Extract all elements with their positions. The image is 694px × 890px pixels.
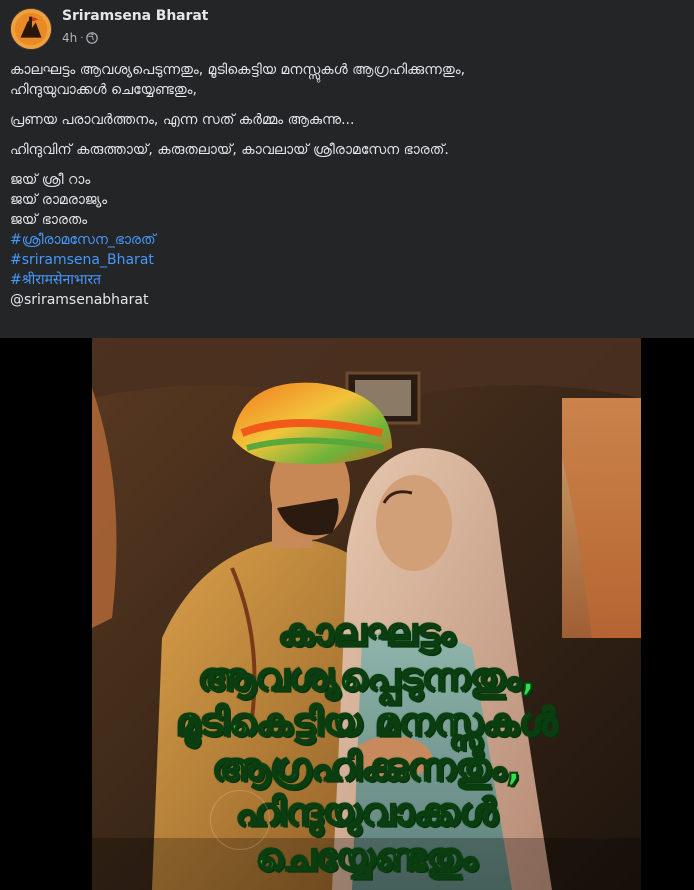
caption-line: കാലഘട്ടം ആവശ്യപെടുന്നതും, മൂടികെട്ടിയ മന… [10, 62, 466, 78]
post-meta: 4h · [62, 30, 99, 46]
overlay-line: ഹിന്ദുയുവാക്കൾ [234, 789, 498, 835]
hashtag-link[interactable]: #ശ്രീരാമസേന_ഭാരത് [10, 230, 684, 250]
image-overlay-text: കാലഘട്ടം ആവശ്യപ്പെടുന്നതും, മൂടികെട്ടിയ … [92, 609, 641, 880]
meta-separator: · [80, 32, 84, 44]
caption-line: ഹിന്ദുയുവാക്കൾ ചെയ്യേണ്ടതും, [10, 82, 197, 98]
caption-line: ജയ് ഭാരതം [10, 212, 88, 228]
caption-line: ജയ് ശ്രീ റാം [10, 172, 91, 188]
facebook-post: Sriramsena Bharat 4h · കാലഘട്ടം ആവശ്യപെട… [0, 0, 694, 890]
hashtag-link[interactable]: #sriramsena_Bharat [10, 250, 684, 270]
post-image[interactable]: കാലഘട്ടം ആവശ്യപ്പെടുന്നതും, മൂടികെട്ടിയ … [0, 338, 694, 890]
hashtag-link[interactable]: #श्रीरामसेनाभारत [10, 270, 684, 290]
overlay-line: ആഗ്രഹിക്കുന്നതും, [211, 744, 522, 790]
overlay-line: മൂടികെട്ടിയ മനസ്സുകൾ [175, 699, 558, 745]
post-caption: കാലഘട്ടം ആവശ്യപെടുന്നതും, മൂടികെട്ടിയ മന… [10, 60, 684, 310]
caption-line: പ്രണയ പരാവർത്തനം, എന്ന സത് കർമ്മം ആകുന്ന… [10, 112, 355, 128]
post-photo[interactable]: കാലഘട്ടം ആവശ്യപ്പെടുന്നതും, മൂടികെട്ടിയ … [92, 338, 641, 890]
page-avatar[interactable] [10, 8, 52, 50]
overlay-line: കാലഘട്ടം [277, 609, 456, 655]
post-time[interactable]: 4h [62, 31, 77, 45]
overlay-line: ആവശ്യപ്പെടുന്നതും, [197, 654, 537, 700]
avatar-logo [11, 9, 51, 49]
caption-line: ജയ് രാമരാജ്യം [10, 192, 108, 208]
globe-icon[interactable] [86, 32, 99, 44]
caption-line: ഹിന്ദുവിന് കരുത്തായ്, കരുതലായ്, കാവലായ് … [10, 142, 449, 158]
page-name[interactable]: Sriramsena Bharat [62, 8, 208, 24]
mention-text: @sriramsenabharat [10, 292, 149, 308]
post-header: Sriramsena Bharat 4h · [0, 0, 694, 56]
overlay-line: ചെയ്യേണ്ടതും [255, 834, 478, 880]
watermark-seal [210, 790, 270, 850]
